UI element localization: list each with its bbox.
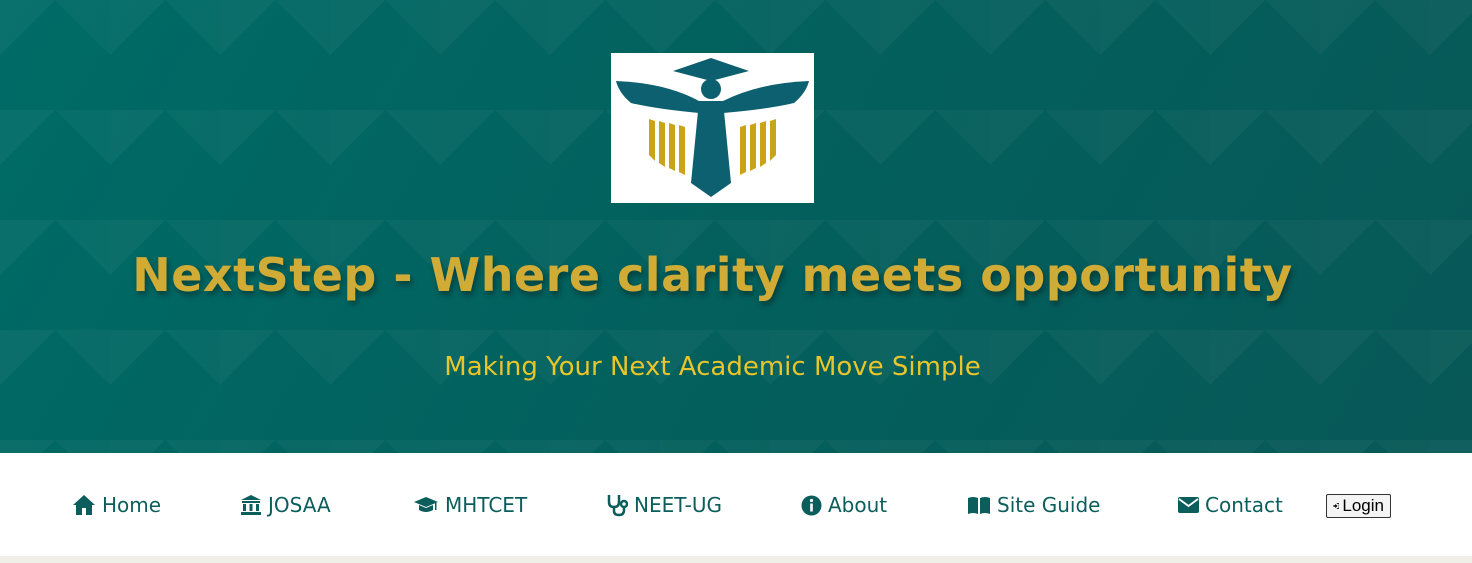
nav-item-label: JOSAA xyxy=(268,493,331,517)
info-icon xyxy=(801,495,822,515)
nav-item-mhtcet[interactable]: MHTCET xyxy=(413,490,527,520)
graduate-wings-logo-icon xyxy=(616,58,809,197)
institution-icon xyxy=(241,495,261,515)
nav-item-label: About xyxy=(828,493,888,517)
book-icon xyxy=(968,497,990,514)
home-icon xyxy=(73,495,95,515)
nav-item-neet-ug[interactable]: NEET-UG xyxy=(606,490,722,520)
graduation-cap-icon xyxy=(414,497,438,512)
nav-item-label: NEET-UG xyxy=(634,493,722,517)
nav-item-label: Contact xyxy=(1205,493,1283,517)
login-button[interactable]: Login xyxy=(1326,494,1391,518)
nav-item-site-guide[interactable]: Site Guide xyxy=(967,490,1101,520)
envelope-icon xyxy=(1178,497,1199,513)
login-label: Login xyxy=(1342,496,1384,515)
hero-title: NextStep - Where clarity meets opportuni… xyxy=(132,248,1293,302)
hero-banner: NextStep - Where clarity meets opportuni… xyxy=(0,0,1472,453)
main-navigation: Home JOSAA MHTCET NEET-UG About Site Gui… xyxy=(0,453,1472,556)
nav-item-label: Site Guide xyxy=(997,493,1101,517)
stethoscope-icon xyxy=(607,495,628,517)
page-content-edge xyxy=(0,556,1472,563)
nav-item-label: MHTCET xyxy=(445,493,528,517)
nav-item-label: Home xyxy=(102,493,162,517)
nav-item-josaa[interactable]: JOSAA xyxy=(240,490,331,520)
nav-item-home[interactable]: Home xyxy=(72,490,161,520)
site-logo[interactable] xyxy=(611,53,814,203)
nav-item-about[interactable]: About xyxy=(801,490,887,520)
sign-in-icon xyxy=(1333,502,1340,510)
nav-item-contact[interactable]: Contact xyxy=(1178,490,1283,520)
hero-subtitle: Making Your Next Academic Move Simple xyxy=(444,352,981,382)
